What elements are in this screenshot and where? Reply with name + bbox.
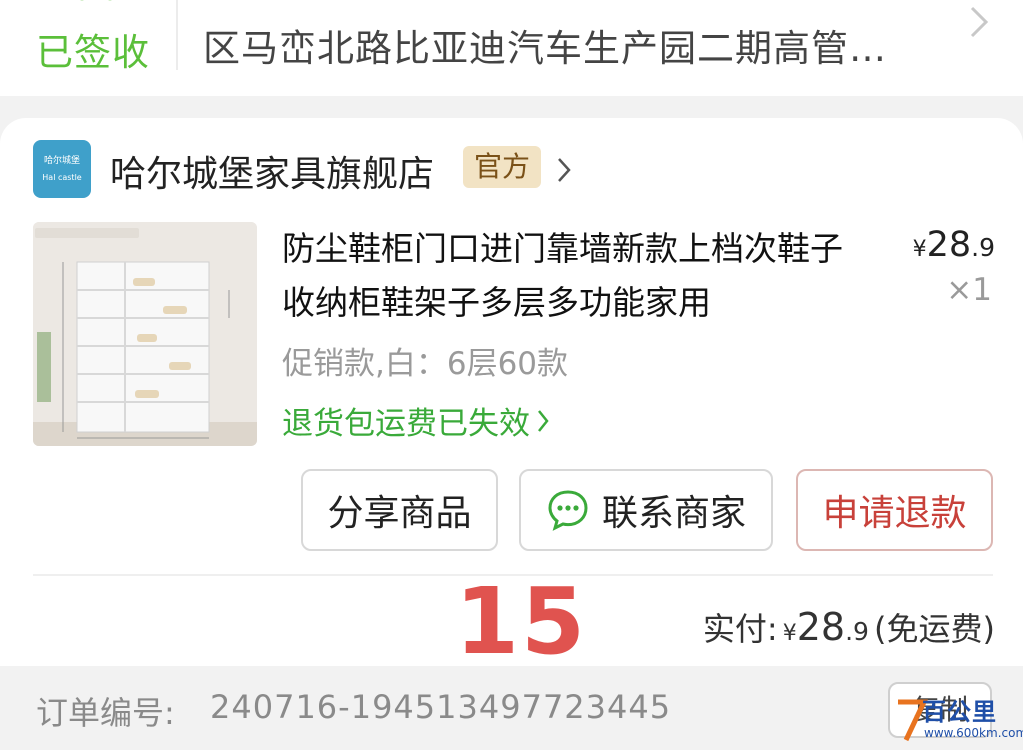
product-image[interactable] [33,222,257,446]
chevron-right-icon[interactable] [556,156,572,184]
paid-decimal: .9 [845,617,869,646]
chevron-right-icon[interactable] [966,4,994,40]
share-button-label: 分享商品 [327,493,472,534]
order-number: 240716-194513497723445 [210,688,672,726]
delivery-address: 区马峦北路比亚迪汽车生产园二期高管… [203,27,887,70]
quantity: ×1 [946,272,992,308]
request-refund-button[interactable]: 申请退款 [796,469,993,551]
order-number-label: 订单编号: [36,694,175,732]
free-shipping-note: (免运费) [874,610,995,648]
product-title[interactable]: 防尘鞋柜门口进门靠墙新款上档次鞋子收纳柜鞋架子多层多功能家用 [282,222,874,330]
watermark-url: www.600km.com [924,726,1023,740]
contact-seller-button[interactable]: 联系商家 [519,469,773,551]
top-divider [176,0,178,70]
store-logo-text: 哈尔城堡 [43,156,80,166]
return-shipping-notice[interactable]: 退货包运费已失效 [282,398,550,443]
amount-paid: 实付: ¥28.9 (免运费) [655,604,995,650]
price-integer: 28 [926,225,972,265]
delivery-status-icon [80,0,112,1]
paid-currency: ¥ [782,621,797,646]
watermark-text: 百公里 [922,698,997,726]
contact-button-label: 联系商家 [601,493,746,534]
chevron-right-icon [538,409,549,432]
refund-button-label: 申请退款 [822,493,967,534]
delivery-status: 已签收 [36,31,150,74]
share-product-button[interactable]: 分享商品 [301,469,498,551]
official-badge: 官方 [463,146,541,188]
paid-integer: 28 [796,605,846,649]
shoe-cabinet-illustration [33,222,257,446]
store-logo-text-en: Hal castle [42,173,82,182]
return-notice-text: 退货包运费已失效 [282,406,530,442]
paid-label: 实付: [702,610,778,648]
chat-bubble-icon [548,490,588,531]
store-name[interactable]: 哈尔城堡家具旗舰店 [110,145,434,197]
product-spec: 促销款,白：6层60款 [282,346,569,382]
price-decimal: .9 [971,233,995,262]
unit-price: ¥28.9 [895,225,995,265]
store-logo[interactable]: 哈尔城堡 Hal castle [33,140,91,198]
watermark: 百公里 www.600km.com [894,692,1023,748]
price-currency: ¥ [912,237,927,262]
overlay-number: 15 [455,568,588,675]
